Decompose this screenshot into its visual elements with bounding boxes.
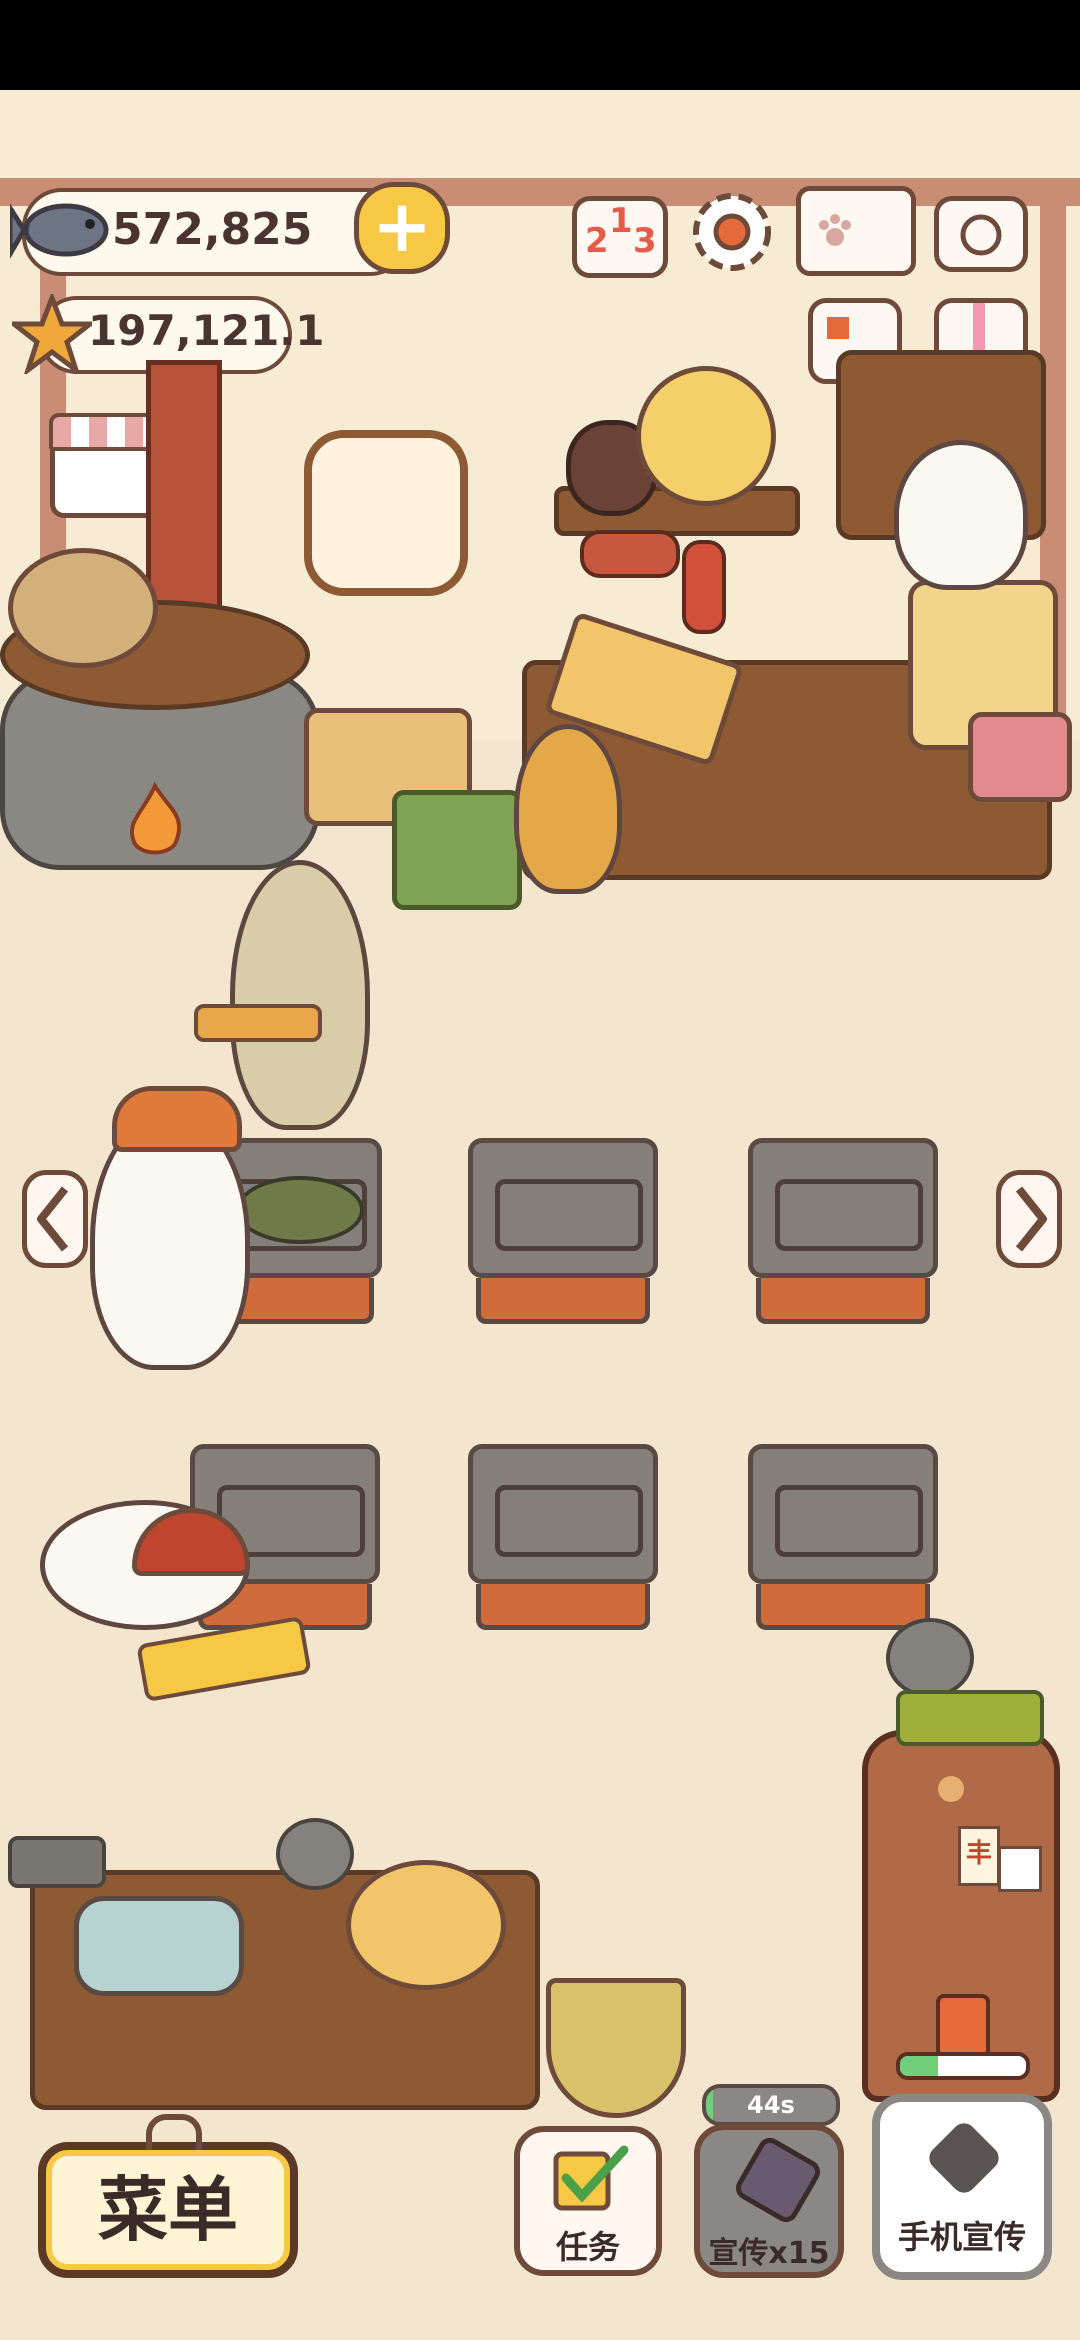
fish-icon: [10, 203, 109, 259]
chevron-right-icon: [1015, 1186, 1047, 1252]
checklist-icon: [553, 2145, 629, 2211]
phone-promo-button[interactable]: 手机宣传: [872, 2094, 1052, 2280]
menu-button-label: 菜单: [98, 2169, 238, 2251]
veggie-crate: [392, 790, 522, 910]
fish-amount: 572,825: [112, 204, 313, 255]
kettle: [276, 1818, 354, 1890]
fridge-note: 丰: [958, 1826, 1000, 1886]
plus-icon: +: [371, 184, 433, 268]
bamboo-sieve: [636, 366, 776, 506]
left-arrow-button[interactable]: [22, 1170, 88, 1268]
chevron-left-icon: [37, 1186, 69, 1252]
tasks-button-label: 任务: [555, 2228, 620, 2266]
menu-button[interactable]: 菜单: [38, 2114, 298, 2278]
ranking-digit-3: 3: [633, 221, 657, 261]
menu-clip-icon: [146, 2114, 202, 2150]
camera-icon: [960, 214, 1002, 256]
promo-card-icon: [731, 2133, 825, 2227]
stove-6[interactable]: [748, 1444, 938, 1630]
sink-basin: [74, 1896, 244, 1996]
star-icon: [12, 294, 92, 374]
chopping-block: [346, 1860, 506, 1990]
fridge-basket: [896, 1690, 1044, 1746]
stove-3[interactable]: [748, 1138, 938, 1324]
fridge-heart-note: [998, 1846, 1042, 1892]
wicker-basket: [546, 1978, 686, 2118]
phone-paw-icon: [924, 2118, 1004, 2198]
chimney: [146, 360, 222, 620]
fridge-paw-icon: [938, 1776, 964, 1802]
meat-pile: [968, 712, 1072, 802]
ranking-digit-2: 2: [585, 221, 609, 261]
stove-5[interactable]: [468, 1444, 658, 1630]
octagon-window: [304, 430, 468, 596]
right-arrow-button[interactable]: [996, 1170, 1062, 1268]
cat-book-button[interactable]: [796, 186, 916, 276]
fire-icon: [129, 781, 182, 855]
fridge-kettle: [886, 1618, 974, 1698]
promo-button[interactable]: 宣传x15: [694, 2124, 844, 2278]
tuxedo-cat[interactable]: [894, 440, 1028, 590]
status-bar: [0, 0, 1080, 90]
serving-tray: [194, 1004, 322, 1042]
promo-timer-bar: 44s: [702, 2084, 840, 2126]
star-amount: 197,121.1: [88, 306, 325, 355]
stove-2[interactable]: [468, 1138, 658, 1324]
fridge-note-text: 丰: [965, 1839, 992, 1869]
fish-basket: [8, 548, 158, 668]
tasks-button[interactable]: 任务: [514, 2126, 662, 2276]
settings-gear-icon[interactable]: [686, 186, 778, 278]
add-fish-button[interactable]: +: [354, 182, 450, 274]
sweeping-orange-cat[interactable]: [514, 724, 622, 894]
waiter-siamese-cat[interactable]: [230, 860, 370, 1130]
cooking-dish: [236, 1176, 364, 1244]
newspaper-icon: [827, 317, 849, 339]
promo-button-label: 宣传x15: [708, 2236, 830, 2271]
fridge-progress-track: [896, 2052, 1030, 2080]
hanging-meat: [682, 540, 726, 634]
camera-button[interactable]: [934, 196, 1028, 272]
promo-timer-label: 44s: [747, 2091, 795, 2119]
phone-promo-button-label: 手机宣传: [897, 2218, 1026, 2256]
rainbow-hat: [112, 1086, 242, 1152]
ranking-digit-1: 1: [609, 201, 633, 241]
water-faucet: [8, 1836, 106, 1888]
paw-icon: [819, 214, 851, 246]
ranking-button[interactable]: 2 1 3: [572, 196, 668, 278]
fridge[interactable]: 丰: [862, 1730, 1060, 2102]
fridge-progress-fill: [900, 2056, 938, 2076]
sausage-string: [580, 530, 680, 578]
phone-promo-icon: [936, 1994, 990, 2058]
